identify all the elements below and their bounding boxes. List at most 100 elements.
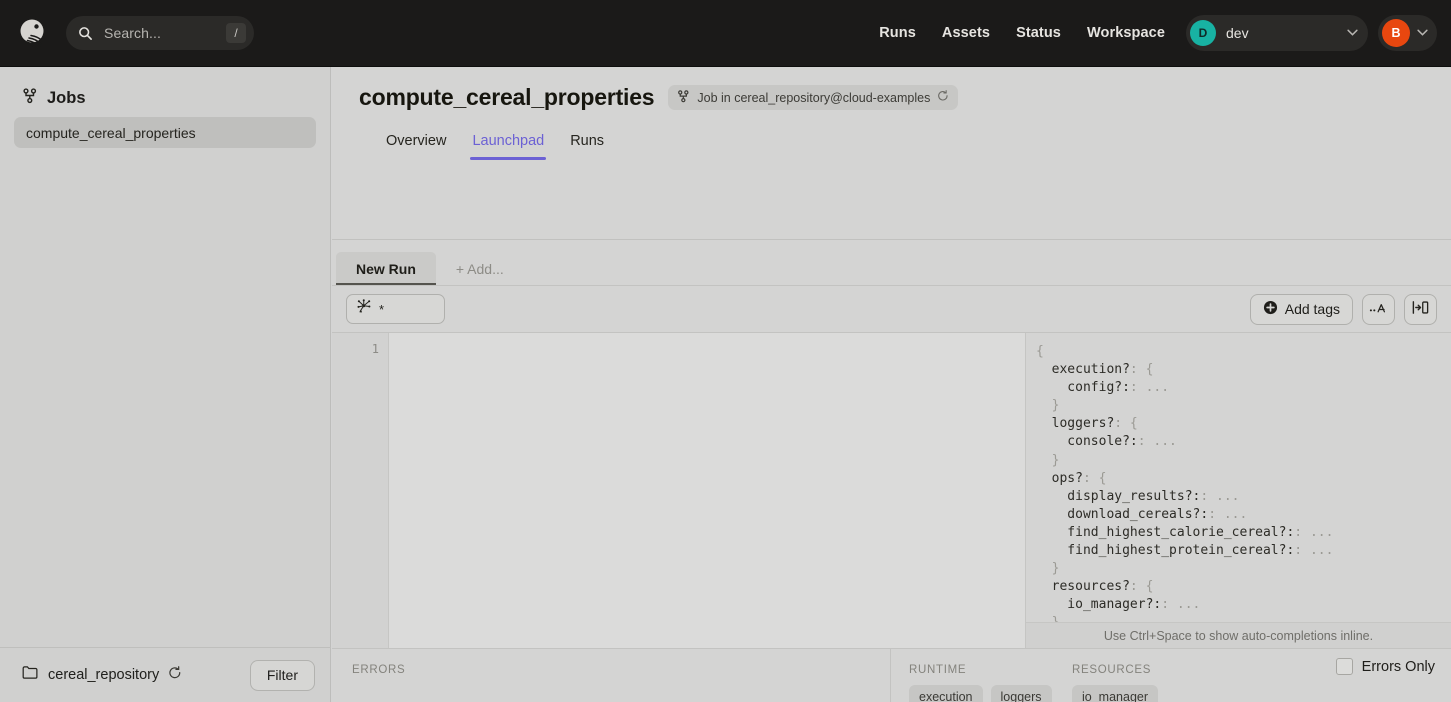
sidebar-header-label: Jobs [47, 88, 86, 107]
run-tab-new-run[interactable]: New Run [336, 252, 436, 285]
sidebar-item-label: compute_cereal_properties [26, 124, 196, 141]
nav-link-status[interactable]: Status [1003, 25, 1074, 41]
resources-column: RESOURCES io_manager [1072, 664, 1292, 702]
add-tags-label: Add tags [1284, 301, 1340, 317]
run-tab-add-label: + Add... [455, 260, 504, 277]
config-schema-line: { [1036, 344, 1044, 359]
nav-links-group: Runs Assets Status Workspace D dev B [866, 15, 1451, 51]
global-search-input[interactable]: Search... / [66, 16, 254, 50]
sidebar-item-compute-cereal-properties[interactable]: compute_cereal_properties [14, 117, 316, 148]
errors-only-checkbox[interactable] [1335, 658, 1353, 675]
page-header: compute_cereal_properties Job in cereal_… [332, 67, 1451, 160]
chip-execution[interactable]: execution [909, 685, 983, 702]
config-editor: 1 { execution?: { config?:: ... } logger… [332, 333, 1451, 648]
run-tab-new-run-label: New Run [356, 260, 416, 277]
title-row: compute_cereal_properties Job in cereal_… [359, 84, 1451, 111]
config-schema-line: ops?: { [1036, 470, 1107, 486]
editor-gutter: 1 [332, 333, 389, 648]
page-tabs: Overview Launchpad Runs [359, 111, 1451, 160]
reload-icon[interactable] [937, 90, 949, 105]
chip-io-manager[interactable]: io_manager [1072, 685, 1159, 702]
deployment-avatar: D [1190, 20, 1216, 46]
user-menu-button[interactable]: B [1378, 15, 1437, 51]
tab-launchpad[interactable]: Launchpad [470, 133, 546, 160]
deployment-name: dev [1226, 25, 1249, 41]
errors-only-toggle[interactable]: Errors Only [1335, 658, 1435, 675]
op-graph-icon [357, 299, 372, 319]
reload-repository-icon[interactable] [168, 665, 182, 685]
chevron-down-icon [1347, 27, 1358, 39]
search-shortcut-key: / [226, 23, 246, 43]
sidebar-job-list: compute_cereal_properties [0, 111, 330, 148]
op-selector-button[interactable]: * [346, 294, 445, 324]
config-schema-line: download_cereals?:: ... [1036, 506, 1248, 522]
folder-icon [22, 665, 39, 685]
config-schema-hint-panel: { execution?: { config?:: ... } loggers?… [1025, 333, 1451, 648]
launchpad-bottom-panels: ERRORS RUNTIME execution loggers RESOURC… [332, 648, 1451, 702]
errors-label: ERRORS [352, 664, 406, 676]
errors-only-label: Errors Only [1361, 658, 1435, 675]
toggle-panel-icon [1412, 300, 1429, 318]
config-schema-line: find_highest_calorie_cereal?:: ... [1036, 524, 1334, 540]
page-title: compute_cereal_properties [359, 84, 655, 110]
tab-runs[interactable]: Runs [570, 133, 604, 160]
config-schema-line: io_manager?:: ... [1036, 597, 1201, 613]
sidebar-section-header: Jobs [0, 67, 330, 111]
runtime-column: RUNTIME execution loggers [909, 664, 1072, 702]
chip-loggers[interactable]: loggers [990, 685, 1052, 702]
tab-runs-label: Runs [570, 133, 605, 149]
config-schema-line: console?:: ... [1036, 434, 1177, 450]
tabs-divider [332, 239, 1451, 240]
config-schema-line: display_results?:: ... [1036, 488, 1240, 504]
chevron-down-icon [1417, 27, 1428, 39]
dagster-logo-icon [16, 16, 50, 50]
run-tab-bar: New Run + Add... [332, 252, 1451, 285]
editor-code-area[interactable] [389, 333, 1025, 648]
config-schema-line: } [1036, 398, 1060, 414]
runtime-label: RUNTIME [909, 664, 967, 676]
config-schema-line: loggers?: { [1036, 416, 1138, 432]
dagster-logo-button[interactable] [0, 16, 66, 50]
config-schema-line: } [1036, 561, 1060, 577]
launchpad-toolbar: * Add tags [332, 286, 1451, 333]
autocomplete-hint-text: Use Ctrl+Space to show auto-completions … [1026, 622, 1451, 648]
editor-line-number: 1 [371, 342, 379, 356]
config-schema-line: execution?: { [1036, 362, 1154, 378]
search-icon [74, 22, 96, 44]
op-selector-value: * [379, 301, 385, 317]
job-graph-icon [677, 89, 690, 106]
nav-link-workspace[interactable]: Workspace [1074, 25, 1178, 41]
sidebar: Jobs compute_cereal_properties cereal_re… [0, 67, 331, 702]
job-origin-chip[interactable]: Job in cereal_repository@cloud-examples [668, 85, 959, 110]
config-schema-line: resources?: { [1036, 579, 1154, 595]
runtime-chips: execution loggers [909, 685, 1072, 702]
config-schema-line: config?:: ... [1036, 380, 1170, 396]
job-origin-label: Job in cereal_repository@cloud-examples [697, 90, 931, 105]
text-size-icon [1369, 301, 1388, 318]
nav-link-assets[interactable]: Assets [929, 25, 1003, 41]
deployment-switcher[interactable]: D dev [1186, 15, 1368, 51]
sidebar-footer: cereal_repository Filter [0, 647, 331, 702]
errors-panel: ERRORS [332, 649, 891, 702]
toolbar-actions: Add tags [1249, 293, 1437, 325]
resources-label: RESOURCES [1072, 664, 1152, 676]
add-tags-button[interactable]: Add tags [1249, 293, 1353, 325]
avatar: B [1382, 19, 1410, 47]
font-size-button[interactable] [1362, 293, 1395, 325]
tab-overview[interactable]: Overview [386, 133, 446, 160]
run-tab-add[interactable]: + Add... [436, 252, 524, 285]
main-content: compute_cereal_properties Job in cereal_… [332, 67, 1451, 702]
resources-chips: io_manager [1072, 685, 1292, 702]
search-placeholder-text: Search... [104, 25, 161, 41]
config-schema-line: } [1036, 452, 1060, 468]
filter-button[interactable]: Filter [249, 659, 315, 691]
tab-launchpad-label: Launchpad [472, 133, 545, 149]
repository-name: cereal_repository [48, 667, 160, 683]
config-summary-panel: RUNTIME execution loggers RESOURCES io_m… [891, 649, 1451, 702]
job-graph-icon [22, 87, 38, 109]
tab-overview-label: Overview [386, 133, 447, 149]
filter-button-label: Filter [266, 667, 298, 683]
config-schema-line: find_highest_protein_cereal?:: ... [1036, 543, 1334, 559]
nav-link-runs[interactable]: Runs [866, 25, 929, 41]
toggle-side-panel-button[interactable] [1404, 293, 1437, 325]
